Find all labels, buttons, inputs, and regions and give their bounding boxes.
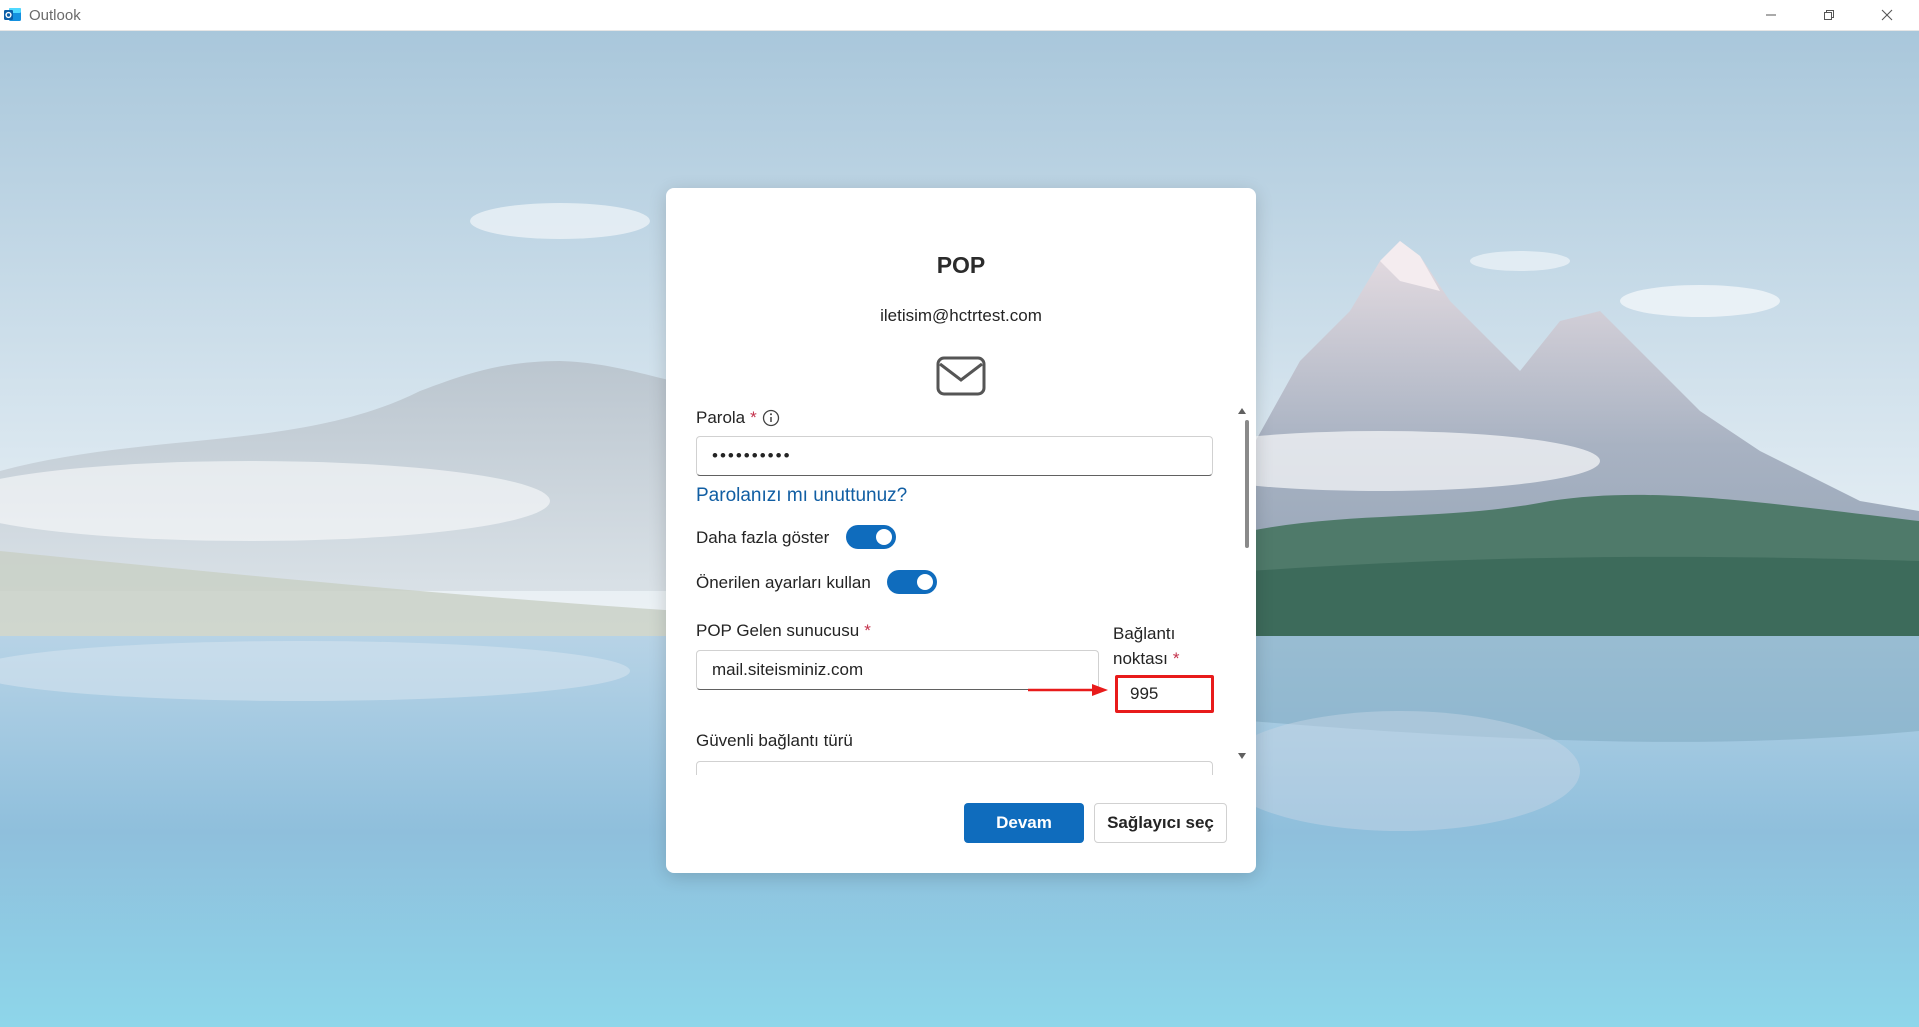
restore-button[interactable] — [1800, 0, 1858, 30]
incoming-server-label: POP Gelen sunucusu * — [696, 621, 871, 640]
secure-connection-label: Güvenli bağlantı türü — [696, 731, 853, 750]
restore-icon — [1824, 10, 1834, 20]
account-setup-dialog: POP iletisim@hctrtest.com Parola* Parola… — [666, 188, 1256, 873]
use-recommended-toggle[interactable] — [887, 570, 937, 594]
toggle-knob — [917, 574, 933, 590]
required-mark: * — [1172, 649, 1180, 668]
choose-provider-button[interactable]: Sağlayıcı seç — [1094, 803, 1227, 843]
continue-button[interactable]: Devam — [964, 803, 1084, 843]
account-email: iletisim@hctrtest.com — [880, 306, 1042, 325]
toggle-knob — [876, 529, 892, 545]
scroll-up-icon[interactable] — [1237, 407, 1247, 415]
required-mark: * — [864, 621, 871, 640]
minimize-button[interactable] — [1742, 0, 1800, 30]
minimize-icon — [1766, 14, 1776, 16]
use-recommended-label: Önerilen ayarları kullan — [696, 573, 871, 592]
outlook-logo-icon — [4, 8, 21, 21]
forgot-password-link[interactable]: Parolanızı mı unuttunuz? — [696, 485, 907, 507]
info-icon[interactable] — [762, 409, 780, 427]
password-input[interactable] — [696, 436, 1213, 476]
dialog-title: POP — [936, 252, 986, 278]
title-bar: Outlook — [0, 0, 1919, 31]
envelope-icon — [936, 356, 986, 396]
annotation-arrow-icon — [1028, 684, 1108, 696]
window-title: Outlook — [29, 7, 81, 24]
show-more-label: Daha fazla göster — [696, 528, 830, 547]
close-button[interactable] — [1858, 0, 1916, 30]
secure-connection-dropdown[interactable] — [696, 761, 1213, 775]
scroll-down-icon[interactable] — [1237, 752, 1247, 760]
port-label: Bağlantı noktası * — [1113, 624, 1180, 668]
close-icon — [1881, 9, 1893, 21]
password-label: Parola * — [696, 408, 757, 427]
required-mark: * — [750, 408, 757, 427]
show-more-toggle[interactable] — [846, 525, 896, 549]
scrollbar-thumb[interactable] — [1245, 420, 1249, 548]
port-input[interactable] — [1115, 675, 1214, 713]
